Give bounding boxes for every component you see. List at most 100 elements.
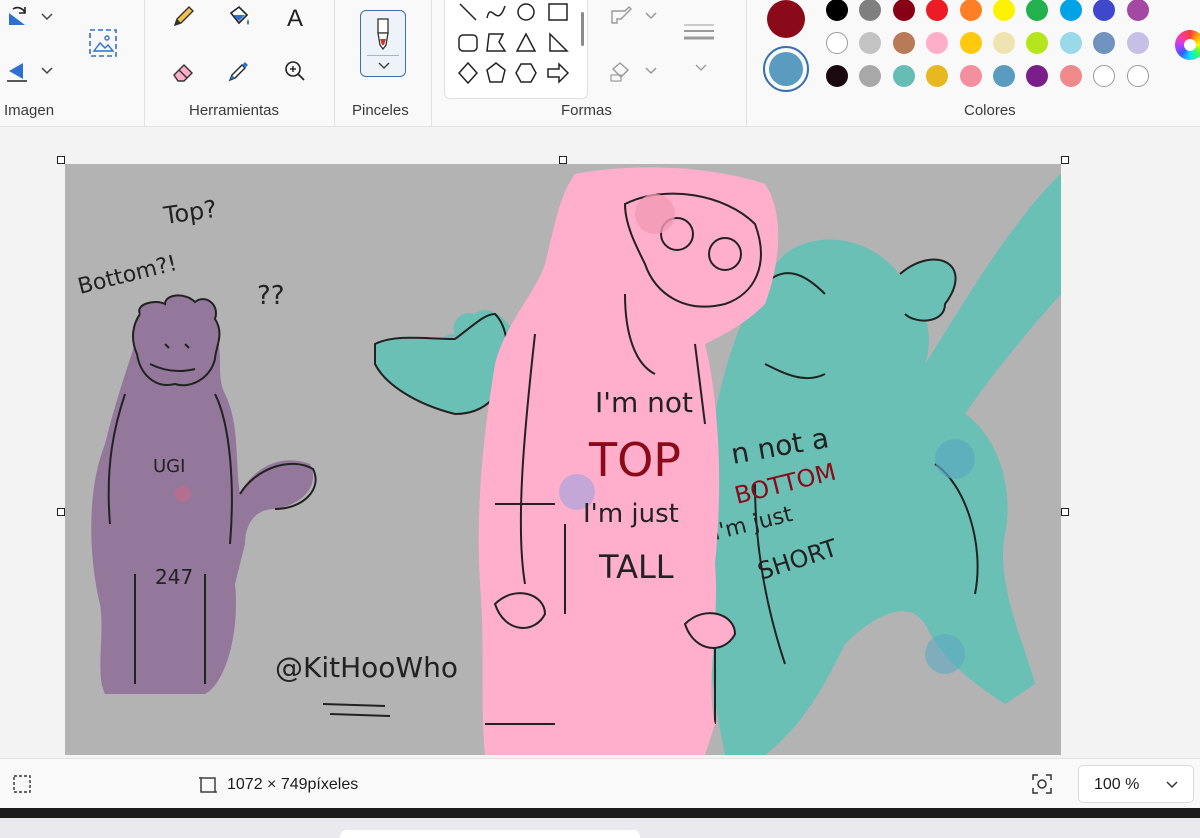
resize-handle-top-left[interactable] bbox=[57, 156, 65, 164]
fill-bucket-icon[interactable] bbox=[222, 0, 256, 34]
chevron-down-icon[interactable] bbox=[644, 64, 658, 78]
color-swatch[interactable] bbox=[892, 65, 915, 87]
rounded-rectangle-shape-icon[interactable] bbox=[455, 30, 481, 56]
fit-to-window-icon[interactable] bbox=[1031, 773, 1053, 795]
oval-shape-icon[interactable] bbox=[513, 0, 539, 26]
magnifier-icon[interactable] bbox=[278, 54, 312, 88]
color-swatch[interactable] bbox=[826, 32, 848, 54]
color-swatch[interactable] bbox=[926, 65, 949, 87]
color-swatch[interactable] bbox=[959, 32, 982, 54]
color-swatch[interactable] bbox=[926, 32, 949, 54]
color-swatch[interactable] bbox=[1126, 32, 1149, 54]
color-swatch[interactable] bbox=[1059, 0, 1082, 21]
brush-button[interactable] bbox=[360, 10, 406, 77]
color-swatch[interactable] bbox=[859, 0, 882, 21]
primary-color[interactable] bbox=[767, 0, 805, 38]
color-swatch[interactable] bbox=[993, 0, 1015, 21]
group-label-tools: Herramientas bbox=[189, 102, 280, 119]
triangle-shape-icon[interactable] bbox=[513, 30, 539, 56]
color-swatch[interactable] bbox=[993, 32, 1015, 54]
annotation-top-question: Top? bbox=[161, 195, 219, 230]
color-swatch[interactable] bbox=[859, 65, 882, 87]
chevron-down-icon[interactable] bbox=[644, 9, 658, 23]
drawing-canvas[interactable]: UGI 247 Top? Bottom?! ?? n not a BOTTOM … bbox=[65, 164, 1061, 755]
jacket-text-2: 247 bbox=[155, 565, 193, 589]
color-swatch[interactable] bbox=[1026, 32, 1049, 54]
canvas-dimensions: 1072 × 749píxeles bbox=[227, 776, 359, 793]
resize-handle-top[interactable] bbox=[559, 156, 567, 164]
chevron-down-icon[interactable] bbox=[694, 61, 708, 75]
divider bbox=[367, 55, 399, 56]
color-swatch[interactable] bbox=[1026, 65, 1049, 87]
color-swatch[interactable] bbox=[959, 65, 982, 87]
arrow-right-shape-icon[interactable] bbox=[545, 60, 571, 86]
curve-shape-icon[interactable] bbox=[483, 0, 509, 26]
flip-icon[interactable] bbox=[0, 54, 34, 88]
color-picker-icon[interactable] bbox=[222, 54, 256, 88]
shapes-scrollbar[interactable] bbox=[581, 12, 584, 46]
color-swatch[interactable] bbox=[892, 32, 915, 54]
edit-colors-icon[interactable] bbox=[1175, 30, 1200, 60]
purple-character: UGI 247 bbox=[91, 294, 317, 694]
taskbar bbox=[0, 808, 1200, 838]
taskbar-search-box[interactable] bbox=[340, 830, 640, 838]
shape-fill-icon[interactable] bbox=[604, 54, 638, 88]
color-swatch[interactable] bbox=[859, 32, 882, 54]
resize-handle-top-right[interactable] bbox=[1061, 156, 1069, 164]
color-swatch[interactable] bbox=[826, 0, 848, 21]
pentagon-shape-icon[interactable] bbox=[483, 60, 509, 86]
resize-handle-right[interactable] bbox=[1061, 508, 1069, 516]
rectangle-shape-icon[interactable] bbox=[545, 0, 571, 26]
chevron-down-icon[interactable] bbox=[40, 10, 54, 24]
separator bbox=[746, 0, 747, 127]
annotation-question-marks: ?? bbox=[257, 281, 285, 311]
group-label-brushes: Pinceles bbox=[352, 102, 409, 119]
polygon-shape-icon[interactable] bbox=[483, 30, 509, 56]
pencil-icon[interactable] bbox=[166, 0, 200, 34]
diamond-shape-icon[interactable] bbox=[455, 60, 481, 86]
group-label-shapes: Formas bbox=[561, 102, 612, 119]
color-swatch[interactable] bbox=[993, 65, 1015, 87]
signature-text: @KitHooWho bbox=[275, 651, 458, 684]
color-swatch[interactable] bbox=[1126, 65, 1149, 87]
secondary-color-selector[interactable] bbox=[763, 46, 809, 92]
text-icon[interactable]: A bbox=[278, 0, 312, 34]
shape-outline-icon[interactable] bbox=[604, 0, 638, 34]
chevron-down-icon bbox=[1166, 781, 1178, 789]
canvas-workspace: UGI 247 Top? Bottom?! ?? n not a BOTTOM … bbox=[0, 128, 1200, 758]
color-swatch[interactable] bbox=[826, 65, 848, 87]
shapes-gallery[interactable] bbox=[444, 0, 588, 99]
status-bar: 1072 × 749píxeles 100 % bbox=[0, 758, 1200, 808]
shirt-text-1-top: TOP bbox=[588, 433, 681, 487]
group-label-image: Imagen bbox=[4, 102, 55, 119]
color-swatch[interactable] bbox=[1059, 65, 1082, 87]
color-swatch[interactable] bbox=[1093, 65, 1116, 87]
shirt-text-1-line-1: I'm not bbox=[595, 386, 693, 419]
jacket-text-1: UGI bbox=[153, 456, 185, 477]
line-shape-icon[interactable] bbox=[455, 0, 481, 26]
ribbon-toolbar: Imagen A Herramientas Pinceles Formas Co… bbox=[0, 0, 1200, 127]
secondary-color bbox=[769, 52, 803, 86]
color-swatch[interactable] bbox=[1093, 0, 1116, 21]
color-swatch[interactable] bbox=[1026, 0, 1049, 21]
color-swatch[interactable] bbox=[959, 0, 982, 21]
separator bbox=[431, 0, 432, 127]
color-swatch[interactable] bbox=[926, 0, 949, 21]
zoom-dropdown[interactable]: 100 % bbox=[1078, 765, 1194, 803]
select-icon[interactable] bbox=[86, 26, 120, 60]
rotate-icon[interactable] bbox=[0, 0, 34, 34]
right-triangle-shape-icon[interactable] bbox=[545, 30, 571, 56]
group-label-colors: Colores bbox=[964, 102, 1016, 119]
color-swatch[interactable] bbox=[1093, 32, 1116, 54]
hexagon-shape-icon[interactable] bbox=[513, 60, 539, 86]
chevron-down-icon[interactable] bbox=[40, 64, 54, 78]
color-swatch[interactable] bbox=[1059, 32, 1082, 54]
chevron-down-icon[interactable] bbox=[377, 61, 391, 71]
color-swatch[interactable] bbox=[892, 0, 915, 21]
eraser-icon[interactable] bbox=[166, 54, 200, 88]
stroke-size-icon[interactable] bbox=[682, 16, 716, 50]
resize-handle-left[interactable] bbox=[57, 508, 65, 516]
color-swatch[interactable] bbox=[1126, 0, 1149, 21]
svg-text:A: A bbox=[287, 5, 303, 31]
brush-icon bbox=[377, 18, 389, 51]
